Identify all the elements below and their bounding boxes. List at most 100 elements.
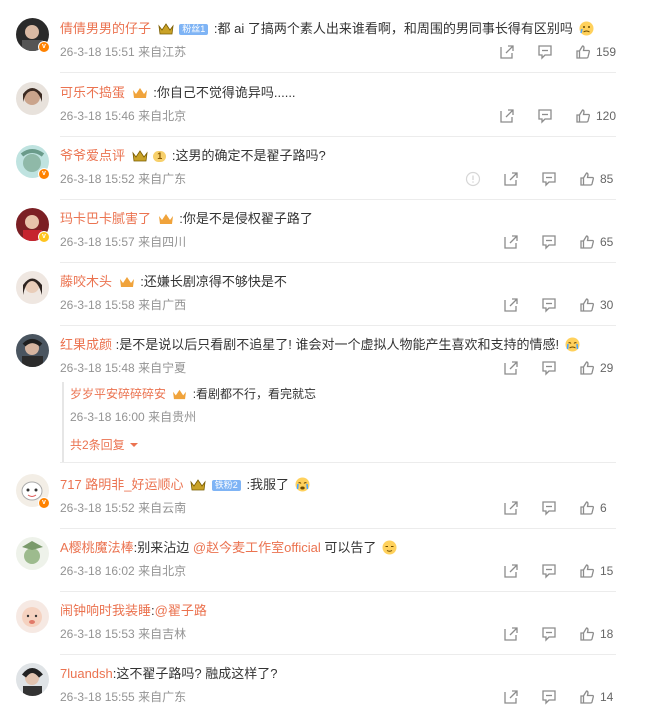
like-icon[interactable] [579,626,595,642]
comment-text: :这不翟子路吗? 融成这样了? [112,666,278,681]
comment-text-tail: 可以告了 [320,540,377,555]
comment-line: 倩倩男男的仔子 粉丝1 :都 ai 了搞两个素人出来谁看啊，和周围的男同事长得有… [60,20,594,38]
avatar[interactable] [16,537,49,570]
comment-meta: 26-3-18 15:48 来自宁夏 [60,360,186,376]
more-replies-link[interactable]: 共2条回复 [70,436,139,454]
crying-face-icon [579,21,593,36]
share-icon[interactable] [503,171,519,187]
verified-badge-icon: v [38,168,50,180]
mention-link[interactable]: @赵今麦工作室official [193,540,321,555]
comment-icon[interactable] [541,171,557,187]
divider [60,199,616,200]
location: 来自广西 [138,298,187,312]
like-count: 159 [595,45,616,59]
avatar[interactable] [16,271,49,304]
comment-line: 爷爷爱点评 1 :这男的确定不是翟子路吗? [60,147,326,165]
share-icon[interactable] [499,108,515,124]
reply-username[interactable]: 岁岁平安碎碎碎安 [70,387,166,401]
share-icon[interactable] [503,234,519,250]
comment-icon[interactable] [541,626,557,642]
comment-icon[interactable] [541,234,557,250]
share-icon[interactable] [503,297,519,313]
share-icon[interactable] [503,500,519,516]
username[interactable]: 7luandsh [60,666,113,681]
timestamp: 26-3-18 15:52 [60,172,135,186]
divider [60,325,616,326]
comment-meta: 26-3-18 15:58 来自广西 [60,297,186,313]
like-icon[interactable] [579,360,595,376]
username[interactable]: 闹钟响时我装睡 [60,603,151,618]
avatar[interactable] [16,334,49,367]
divider [60,654,616,655]
avatar[interactable] [16,82,49,115]
like-count: 15 [600,564,614,578]
mention-link[interactable]: @翟子路 [155,603,207,618]
comment-icon[interactable] [541,563,557,579]
comment-icon[interactable] [537,108,553,124]
like-count: 65 [600,235,614,249]
avatar[interactable] [16,600,49,633]
like-icon[interactable] [579,689,595,705]
fan-badge: 铁粉2 [211,480,241,491]
username[interactable]: 可乐不捣蛋 [60,85,125,100]
username[interactable]: 717 路明非_好运顺心 [60,477,184,492]
comment-list: v 倩倩男男的仔子 粉丝1 :都 ai 了搞两个素人出来谁看啊，和周围的男同事长… [0,0,645,711]
username[interactable]: 藤咬木头 [60,274,112,289]
crown-icon [158,23,174,35]
reply-text: :看剧都不行，看完就忘 [192,387,317,401]
verified-badge-icon: v [38,231,50,243]
reply-line: 岁岁平安碎碎碎安 :看剧都不行，看完就忘 [70,386,316,403]
comment-text: :是不是说以后只看剧不追星了! 谁会对一个虚拟人物能产生喜欢和支持的情感! [115,337,560,352]
timestamp: 26-3-18 15:48 [60,361,135,375]
like-count: 6 [600,501,607,515]
share-icon[interactable] [503,563,519,579]
timestamp: 26-3-18 15:58 [60,298,135,312]
comment-actions: 6 [481,500,616,516]
comment-icon[interactable] [541,689,557,705]
comment-icon[interactable] [541,500,557,516]
reply-meta: 26-3-18 16:00 来自贵州 [70,409,196,425]
username[interactable]: 玛卡巴卡腻害了 [60,211,151,226]
like-icon[interactable] [579,171,595,187]
reply-timestamp: 26-3-18 16:00 [70,410,145,424]
like-count: 18 [600,627,614,641]
crying-face-icon [565,337,580,352]
like-icon[interactable] [579,234,595,250]
timestamp: 26-3-18 15:51 [60,45,135,59]
comment-line: 藤咬木头 :还嫌长剧凉得不够快是不 [60,273,287,291]
share-icon[interactable] [503,626,519,642]
share-icon[interactable] [499,44,515,60]
comment-icon[interactable] [541,360,557,376]
location: 来自广东 [138,690,187,704]
location: 来自北京 [138,564,187,578]
username[interactable]: 爷爷爱点评 [60,148,125,163]
comment-text: :都 ai 了搞两个素人出来谁看啊，和周围的男同事长得有区别吗 [213,21,573,36]
more-replies-label[interactable]: 共2条回复 [70,438,125,452]
location: 来自广东 [138,172,187,186]
like-count: 85 [600,172,614,186]
report-icon[interactable] [465,171,481,187]
like-icon[interactable] [579,500,595,516]
comment-line: 玛卡巴卡腻害了 :你是不是侵权翟子路了 [60,210,313,228]
comment-actions: 18 [481,626,616,642]
reply-location: 来自贵州 [148,410,197,424]
comment-meta: 26-3-18 16:02 来自北京 [60,563,186,579]
comment-actions: 120 [477,108,616,124]
comment-icon[interactable] [541,297,557,313]
share-icon[interactable] [503,689,519,705]
comment-icon[interactable] [537,44,553,60]
comment-line: 闹钟响时我装睡:@翟子路 [60,602,207,620]
username[interactable]: 倩倩男男的仔子 [60,21,151,36]
like-icon[interactable] [575,44,591,60]
share-icon[interactable] [503,360,519,376]
username[interactable]: A樱桃魔法棒 [60,540,134,555]
avatar[interactable] [16,663,49,696]
divider [60,528,616,529]
comment-text: :你是不是侵权翟子路了 [179,211,313,226]
like-icon[interactable] [579,297,595,313]
like-icon[interactable] [579,563,595,579]
username[interactable]: 红果成颜 [60,337,112,352]
divider [60,462,616,463]
like-icon[interactable] [575,108,591,124]
comment-text: :别来沾边 [133,540,193,555]
